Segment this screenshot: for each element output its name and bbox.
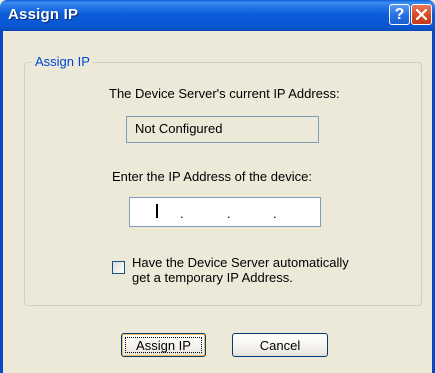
auto-ip-label[interactable]: Have the Device Server automatically get… [132, 255, 349, 285]
close-button[interactable] [411, 4, 432, 25]
ip-separator-3: . [273, 206, 277, 221]
focus-outline [125, 337, 202, 353]
title-bar[interactable]: Assign IP ? [0, 0, 435, 31]
current-ip-value: Not Configured [135, 121, 223, 136]
auto-ip-label-line2: get a temporary IP Address. [132, 270, 293, 285]
auto-ip-label-line1: Have the Device Server automatically [132, 255, 349, 270]
group-legend: Assign IP [32, 54, 93, 70]
assign-ip-dialog: Assign IP ? Assign IP The Device Server'… [0, 0, 435, 373]
ip-separator-1: . [180, 206, 184, 221]
window-title: Assign IP [8, 6, 79, 23]
text-caret [156, 204, 158, 218]
cancel-button[interactable]: Cancel [232, 333, 328, 357]
enter-ip-label: Enter the IP Address of the device: [112, 169, 312, 184]
ip-separator-2: . [227, 206, 231, 221]
cancel-button-label: Cancel [259, 337, 301, 353]
current-ip-field: Not Configured [126, 116, 319, 143]
close-icon [416, 9, 427, 20]
window-frame-left [0, 31, 3, 373]
assign-ip-button[interactable]: Assign IP [121, 333, 206, 357]
help-button[interactable]: ? [389, 4, 410, 25]
help-icon: ? [394, 6, 405, 23]
auto-ip-checkbox[interactable] [112, 261, 125, 274]
current-ip-label: The Device Server's current IP Address: [109, 86, 340, 101]
